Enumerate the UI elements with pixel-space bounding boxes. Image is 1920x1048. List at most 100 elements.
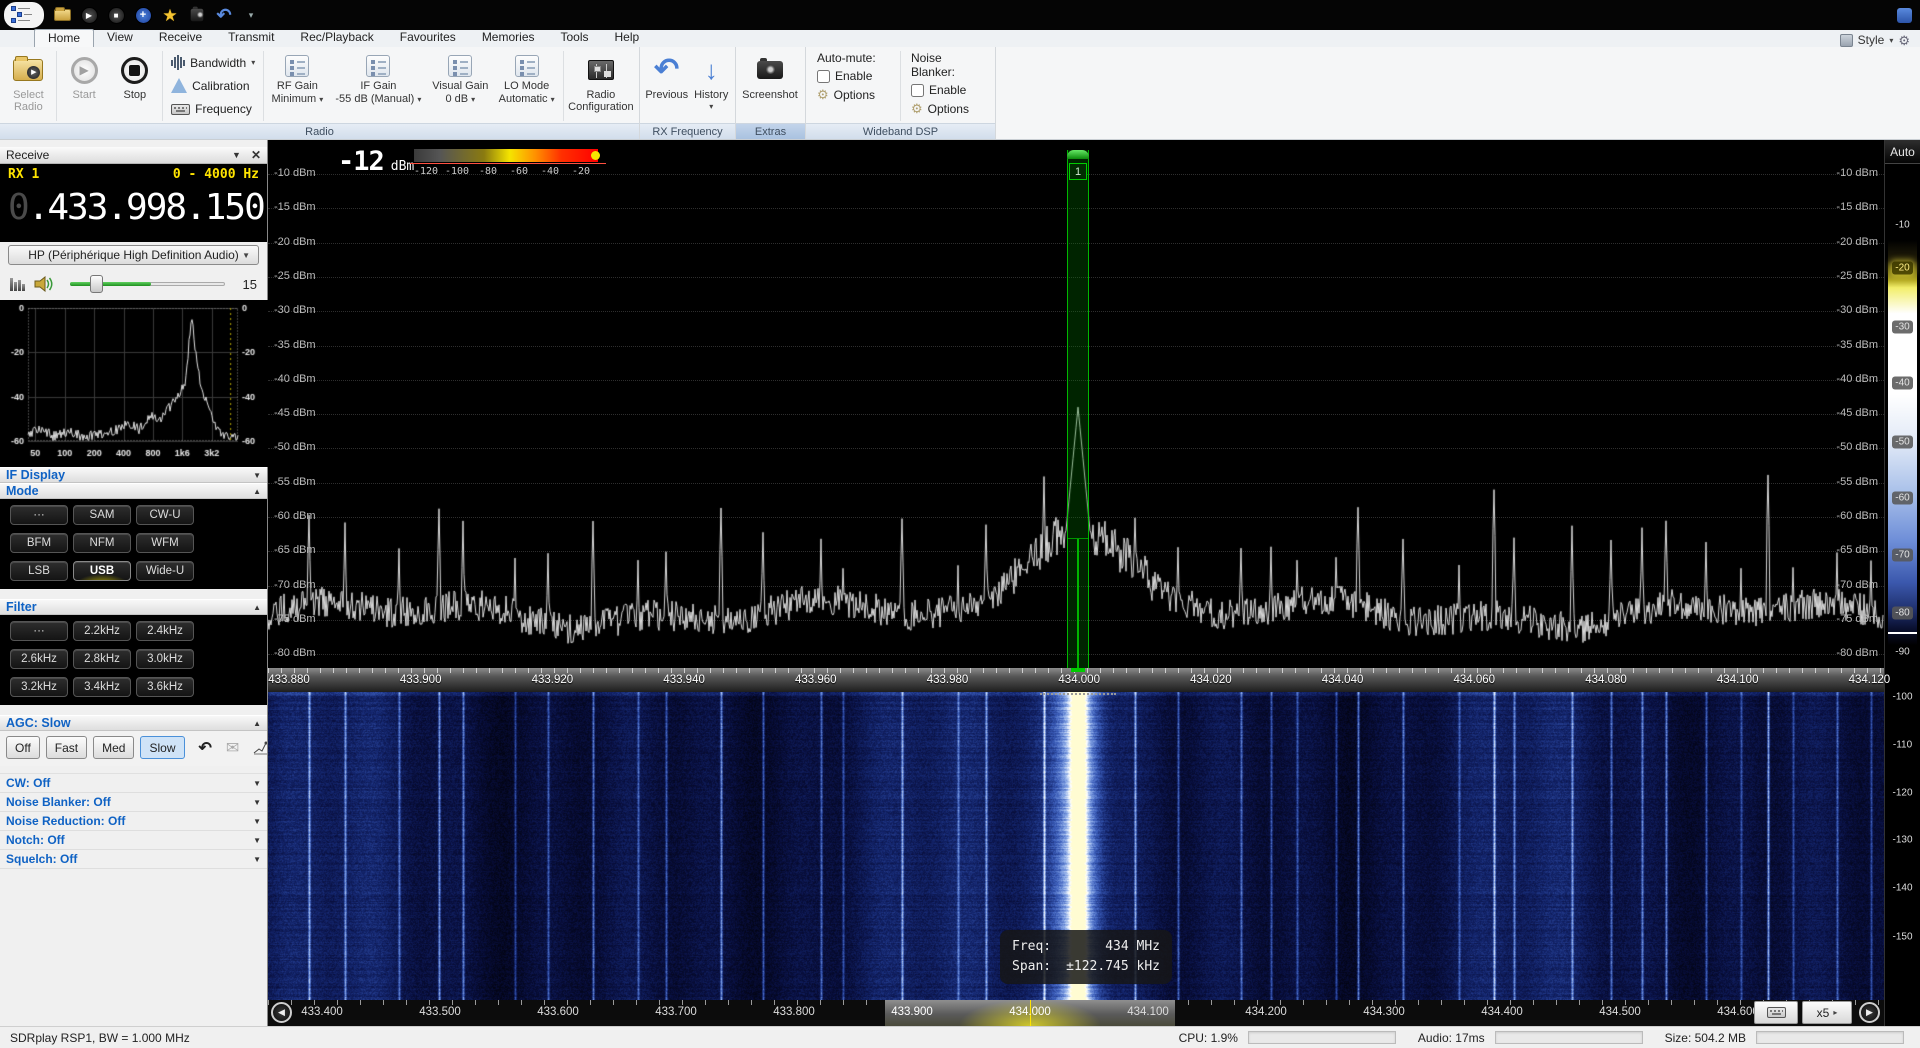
gauge-auto-label[interactable]: Auto [1885, 140, 1920, 164]
section-noise-reduction-off[interactable]: Noise Reduction: Off▼ [0, 812, 267, 831]
app-logo-icon[interactable] [4, 2, 44, 28]
section-mode[interactable]: Mode▲ [0, 483, 267, 499]
start-button[interactable]: ▶ Start [59, 49, 110, 123]
mode-button-cwu[interactable]: CW-U [136, 505, 194, 525]
navigator-label[interactable]: 434.100 [1127, 1006, 1169, 1018]
navigator-label[interactable]: 434.200 [1245, 1006, 1287, 1018]
tab-tools[interactable]: Tools [548, 29, 602, 47]
audio-spectrum-canvas[interactable] [0, 300, 268, 467]
calibration-button[interactable]: Calibration [171, 75, 255, 97]
waterfall-level-gauge[interactable]: Auto -10-20-30-40-50-60-70-80-90-100-110… [1884, 140, 1920, 1026]
navigator-label[interactable]: 434.500 [1599, 1006, 1641, 1018]
spectrum-display[interactable]: -12 dBm -120-100-80-60-40-20 1 -10 dBm-1… [268, 140, 1884, 668]
rf-gain-button[interactable]: RF Gain Minimum ▾ [266, 49, 328, 123]
spectrum-frequency-axis[interactable]: 433.880433.900433.920433.940433.960433.9… [268, 668, 1884, 692]
visual-gain-button[interactable]: Visual Gain 0 dB ▾ [428, 49, 492, 123]
stop-icon[interactable]: ■ [107, 6, 125, 24]
radio-configuration-button[interactable]: Radio Configuration [566, 49, 636, 123]
filter-button-28khz[interactable]: 2.8kHz [73, 649, 131, 669]
filter-button-30khz[interactable]: 3.0kHz [136, 649, 194, 669]
navigator-label[interactable]: 434.400 [1481, 1006, 1523, 1018]
waterfall-colorbar[interactable]: -120-100-80-60-40-20 [410, 148, 606, 180]
spectrum-canvas[interactable] [268, 140, 1884, 668]
section-agc[interactable]: AGC: Slow▲ [0, 715, 267, 731]
style-icon[interactable] [1840, 34, 1853, 47]
volume-slider[interactable] [70, 275, 225, 293]
navigator-label[interactable]: 433.400 [301, 1006, 343, 1018]
navigator-left-button[interactable]: ◀ [271, 1002, 292, 1023]
previous-button[interactable]: ↶ Previous [643, 49, 690, 123]
section-cw-off[interactable]: CW: Off▼ [0, 774, 267, 793]
agc-button-off[interactable]: Off [6, 736, 40, 759]
stop-button[interactable]: Stop [109, 49, 160, 123]
tab-help[interactable]: Help [602, 29, 653, 47]
tab-receive[interactable]: Receive [146, 29, 215, 47]
mode-button-nfm[interactable]: NFM [73, 533, 131, 553]
filter-button-26khz[interactable]: 2.6kHz [10, 649, 68, 669]
navigator-label[interactable]: 433.900 [891, 1006, 933, 1018]
camera-icon[interactable] [188, 6, 206, 24]
equalizer-icon[interactable] [10, 277, 26, 291]
gauge-threshold-line[interactable] [1888, 632, 1917, 634]
agc-button-slow[interactable]: Slow [140, 736, 184, 759]
agc-mail-icon[interactable]: ✉ [226, 738, 239, 758]
tab-favourites[interactable]: Favourites [387, 29, 469, 47]
mode-button-sam[interactable]: SAM [73, 505, 131, 525]
noise-blanker-enable-checkbox[interactable]: Enable [911, 83, 984, 97]
navigator-label[interactable]: 434.300 [1363, 1006, 1405, 1018]
speaker-icon[interactable] [34, 276, 56, 292]
tab-transmit[interactable]: Transmit [215, 29, 287, 47]
bandwidth-button[interactable]: Bandwidth▾ [171, 52, 255, 74]
select-radio-button[interactable]: Select Radio [3, 49, 54, 123]
panel-collapse-icon[interactable]: ▼ [232, 150, 241, 160]
mode-button-[interactable]: ··· [10, 505, 68, 525]
filter-button-32khz[interactable]: 3.2kHz [10, 677, 68, 697]
style-caret-icon[interactable]: ▾ [1889, 36, 1893, 45]
titlebar-right-icon[interactable] [1897, 8, 1912, 23]
agc-graph-icon[interactable] [253, 740, 267, 755]
section-filter[interactable]: Filter▲ [0, 599, 267, 615]
filter-button-[interactable]: ··· [10, 621, 68, 641]
history-button[interactable]: ↓ History ▾ [690, 49, 732, 123]
tab-view[interactable]: View [94, 29, 146, 47]
navigator-label[interactable]: 433.500 [419, 1006, 461, 1018]
add-icon[interactable]: + [134, 6, 152, 24]
undo-icon[interactable]: ↶ [215, 6, 233, 24]
navigator-right-button[interactable]: ▶ [1859, 1002, 1880, 1023]
navigator-zoom-button[interactable]: x5▸ [1802, 1001, 1852, 1024]
mode-button-usb[interactable]: USB [73, 561, 131, 581]
navigator-label[interactable]: 433.700 [655, 1006, 697, 1018]
band-navigator[interactable]: ◀ x5▸ ▶ 433.400 433.500 433.600 433.700 433.… [268, 1000, 1884, 1026]
navigator-keyboard-button[interactable] [1754, 1001, 1798, 1024]
volume-slider-thumb[interactable] [90, 275, 103, 293]
filter-button-24khz[interactable]: 2.4kHz [136, 621, 194, 641]
agc-button-fast[interactable]: Fast [46, 736, 87, 759]
agc-undo-icon[interactable]: ↶ [199, 738, 212, 758]
filter-button-22khz[interactable]: 2.2kHz [73, 621, 131, 641]
section-if-display[interactable]: IF Display▼ [0, 467, 267, 483]
if-gain-button[interactable]: IF Gain -55 dB (Manual) ▾ [329, 49, 429, 123]
navigator-label[interactable]: 434.600 [1717, 1006, 1759, 1018]
open-folder-icon[interactable] [53, 6, 71, 24]
screenshot-button[interactable]: Screenshot [739, 49, 801, 123]
mode-button-lsb[interactable]: LSB [10, 561, 68, 581]
tab-rec-playback[interactable]: Rec/Playback [287, 29, 386, 47]
favourite-star-icon[interactable]: ★ [161, 6, 179, 24]
frequency-button[interactable]: Frequency [171, 98, 255, 120]
receive-panel-header[interactable]: Receive ▼ ✕ [0, 147, 267, 164]
mode-button-wideu[interactable]: Wide-U [136, 561, 194, 581]
navigator-label[interactable]: 434.000 [1009, 1006, 1051, 1018]
waterfall-display[interactable]: Freq:434 MHz Span:±122.745 kHz [268, 692, 1884, 1000]
navigator-label[interactable]: 433.600 [537, 1006, 579, 1018]
settings-gear-icon[interactable]: ⚙ [1898, 34, 1910, 47]
navigator-label[interactable]: 433.800 [773, 1006, 815, 1018]
tuned-frequency[interactable]: 0.433.998.150 [8, 182, 259, 234]
style-label[interactable]: Style [1858, 33, 1885, 47]
quickbar-more-icon[interactable]: ▾ [242, 6, 260, 24]
auto-mute-enable-box[interactable] [817, 70, 830, 83]
section-noise-blanker-off[interactable]: Noise Blanker: Off▼ [0, 793, 267, 812]
lo-mode-button[interactable]: LO Mode Automatic ▾ [493, 49, 561, 123]
play-icon[interactable]: ▶ [80, 6, 98, 24]
auto-mute-options-button[interactable]: ⚙ Options [817, 87, 890, 103]
tab-home[interactable]: Home [34, 29, 94, 47]
